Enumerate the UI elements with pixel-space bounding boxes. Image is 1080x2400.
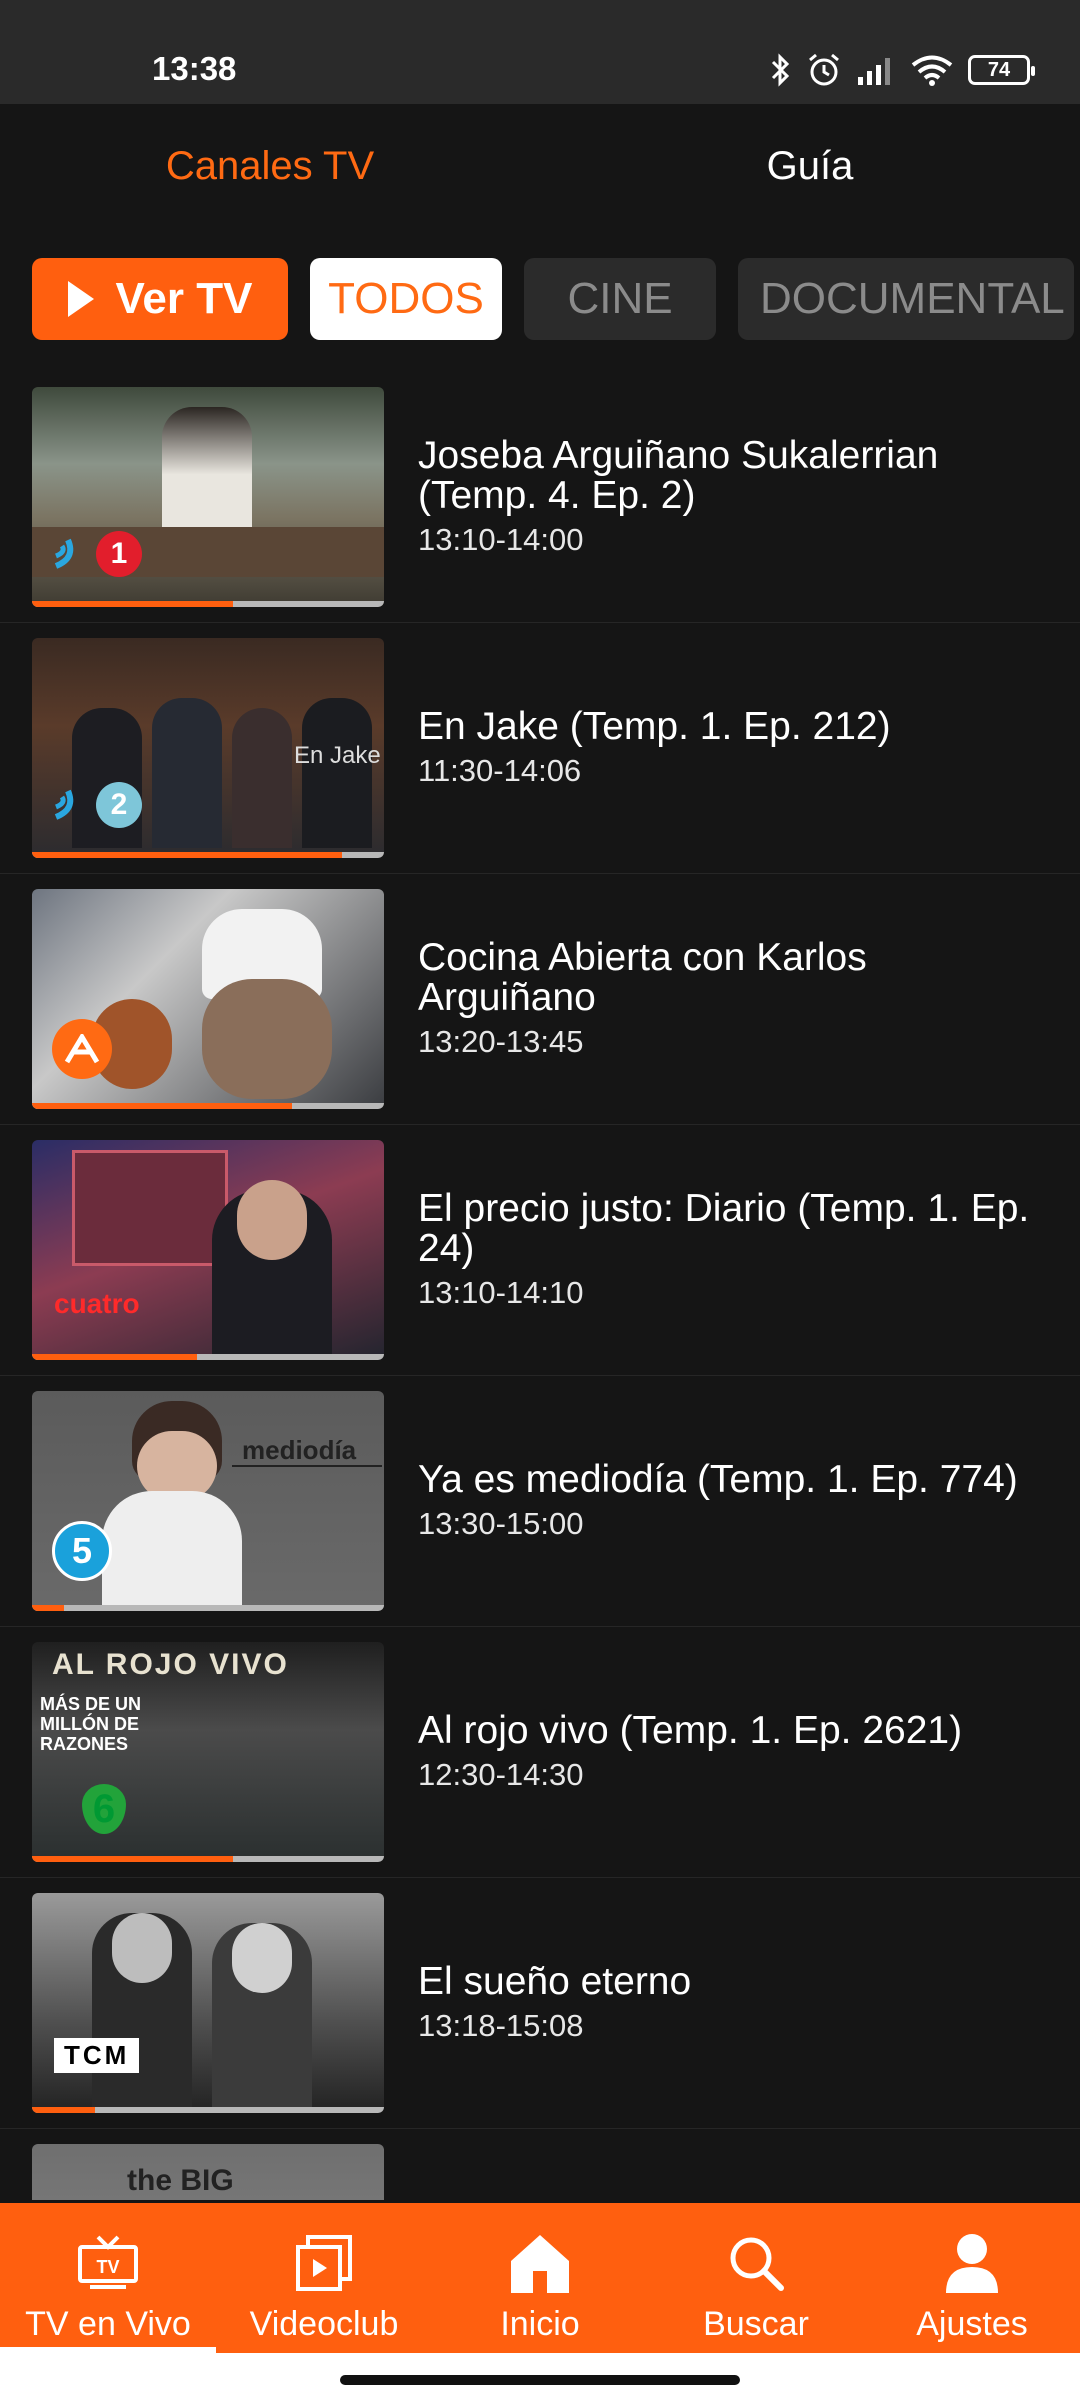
channel-list: 1 Joseba Arguiñano Sukalerrian (Temp. 4.… — [0, 372, 1080, 2200]
program-time: 13:30-15:00 — [418, 1506, 584, 1541]
progress-bar — [32, 1605, 64, 1611]
filter-documental[interactable]: DOCUMENTAL — [738, 258, 1074, 340]
progress-bar — [32, 2107, 96, 2113]
program-thumbnail[interactable]: cuatro — [32, 1140, 384, 1360]
program-time: 12:30-14:30 — [418, 1757, 584, 1792]
program-thumbnail[interactable]: En Jake 2 — [32, 638, 384, 858]
nav-label: Videoclub — [249, 2305, 399, 2343]
battery-indicator: 74 — [968, 55, 1035, 85]
program-thumbnail[interactable]: AL ROJO VIVO MÁS DE UN MILLÓN DE RAZONES… — [32, 1642, 384, 1862]
battery-level: 74 — [987, 58, 1011, 81]
nav-ajustes[interactable]: Ajustes — [864, 2203, 1080, 2353]
channel-row[interactable]: AL ROJO VIVO MÁS DE UN MILLÓN DE RAZONES… — [0, 1627, 1080, 1878]
lasexta-channel-logo: 6 — [82, 1784, 126, 1834]
status-icons: 74 — [770, 48, 1035, 92]
bluetooth-icon — [771, 53, 790, 87]
cuatro-channel-logo: cuatro — [54, 1288, 140, 1319]
etb1-channel-logo: 1 — [52, 531, 142, 577]
progress-bar — [32, 1856, 233, 1862]
channel-row[interactable]: 1 Joseba Arguiñano Sukalerrian (Temp. 4.… — [0, 372, 1080, 623]
program-thumbnail[interactable]: TCM — [32, 1893, 384, 2113]
top-tabs: Canales TV Guía — [0, 104, 1080, 234]
program-thumbnail[interactable]: mediodía 5 — [32, 1391, 384, 1611]
program-time: 13:18-15:08 — [418, 2008, 584, 2043]
person-icon — [942, 2229, 1002, 2297]
wifi-icon — [911, 55, 953, 86]
program-thumbnail[interactable]: the BIG — [32, 2144, 384, 2200]
search-icon — [726, 2229, 786, 2297]
program-title: Ya es mediodía (Temp. 1. Ep. 774) — [418, 1458, 1018, 1501]
status-bar: 13:38 74 — [0, 0, 1080, 104]
progress-bar — [32, 601, 233, 607]
program-time: 11:30-14:06 — [418, 753, 582, 788]
thumbnail-caption: the BIG — [127, 2164, 234, 2197]
ver-tv-button[interactable]: Ver TV — [32, 258, 288, 340]
progress-bar — [32, 1103, 293, 1109]
ver-tv-label: Ver TV — [115, 274, 253, 323]
channel-row[interactable]: TCM El sueño eterno 13:18-15:08 — [0, 1878, 1080, 2129]
channel-row[interactable]: En Jake 2 En Jake (Temp. 1. Ep. 212) 11:… — [0, 623, 1080, 874]
program-info: Joseba Arguiñano Sukalerrian (Temp. 4. E… — [418, 372, 1048, 622]
tab-canales-tv[interactable]: Canales TV — [0, 144, 540, 189]
home-indicator[interactable] — [340, 2375, 740, 2385]
signal-icon — [858, 58, 890, 85]
nav-label: Inicio — [500, 2305, 580, 2343]
progress-bar — [32, 852, 342, 858]
alarm-icon — [809, 53, 839, 86]
tab-guia[interactable]: Guía — [540, 144, 1080, 189]
tcm-channel-logo: TCM — [54, 2038, 140, 2073]
tv-icon: TV — [76, 2229, 140, 2297]
telecinco-channel-logo: 5 — [52, 1521, 112, 1581]
etb2-channel-logo: 2 — [52, 782, 142, 828]
bottom-navigation: TV TV en Vivo Videoclub Inicio Buscar Aj… — [0, 2203, 1080, 2353]
nav-inicio[interactable]: Inicio — [432, 2203, 648, 2353]
play-icon — [67, 281, 94, 317]
filter-cine[interactable]: CINE — [524, 258, 716, 340]
svg-text:TV: TV — [96, 2257, 119, 2277]
program-info: Ya es mediodía (Temp. 1. Ep. 774) 13:30-… — [418, 1376, 1048, 1626]
channel-row[interactable]: cuatro El precio justo: Diario (Temp. 1.… — [0, 1125, 1080, 1376]
program-title: Al rojo vivo (Temp. 1. Ep. 2621) — [418, 1709, 963, 1752]
channel-row[interactable]: Cocina Abierta con Karlos Arguiñano 13:2… — [0, 874, 1080, 1125]
channel-row[interactable]: the BIG — [0, 2129, 1080, 2200]
gesture-bar — [0, 2353, 1080, 2400]
thumbnail-caption: En Jake — [294, 742, 381, 769]
program-info: Cocina Abierta con Karlos Arguiñano 13:2… — [418, 874, 1048, 1124]
program-time: 13:10-14:10 — [418, 1275, 584, 1310]
nav-videoclub[interactable]: Videoclub — [216, 2203, 432, 2353]
program-info: Al rojo vivo (Temp. 1. Ep. 2621) 12:30-1… — [418, 1627, 1048, 1877]
program-info: El precio justo: Diario (Temp. 1. Ep. 24… — [418, 1125, 1048, 1375]
progress-track — [32, 1605, 384, 1611]
nav-label: Buscar — [703, 2305, 809, 2343]
program-thumbnail[interactable]: 1 — [32, 387, 384, 607]
filter-todos[interactable]: TODOS — [310, 258, 502, 340]
thumbnail-caption: mediodía — [242, 1435, 357, 1465]
nav-tv-en-vivo[interactable]: TV TV en Vivo — [0, 2203, 216, 2353]
program-time: 13:20-13:45 — [418, 1024, 584, 1059]
nav-label: Ajustes — [916, 2305, 1028, 2343]
progress-bar — [32, 1354, 198, 1360]
program-title: El sueño eterno — [418, 1960, 692, 2003]
home-icon — [507, 2229, 573, 2297]
program-title: El precio justo: Diario (Temp. 1. Ep. 24… — [418, 1187, 1030, 1270]
antena3-channel-logo — [52, 1019, 112, 1079]
program-title: Joseba Arguiñano Sukalerrian (Temp. 4. E… — [418, 434, 939, 517]
filter-bar: Ver TV TODOS CINE DOCUMENTAL — [32, 258, 1074, 340]
status-time: 13:38 — [152, 50, 237, 87]
thumbnail-title: AL ROJO VIVO — [52, 1648, 289, 1681]
channel-row[interactable]: mediodía 5 Ya es mediodía (Temp. 1. Ep. … — [0, 1376, 1080, 1627]
program-title: En Jake (Temp. 1. Ep. 212) — [418, 705, 891, 748]
nav-buscar[interactable]: Buscar — [648, 2203, 864, 2353]
program-title: Cocina Abierta con Karlos Arguiñano — [418, 936, 867, 1019]
thumbnail-caption: MÁS DE UN MILLÓN DE RAZONES — [40, 1694, 142, 1754]
program-info: El sueño eterno 13:18-15:08 — [418, 1878, 1048, 2128]
program-time: 13:10-14:00 — [418, 522, 584, 557]
videoclub-icon — [294, 2229, 354, 2297]
program-thumbnail[interactable] — [32, 889, 384, 1109]
nav-label: TV en Vivo — [25, 2305, 191, 2343]
program-info: En Jake (Temp. 1. Ep. 212) 11:30-14:06 — [418, 623, 1048, 873]
